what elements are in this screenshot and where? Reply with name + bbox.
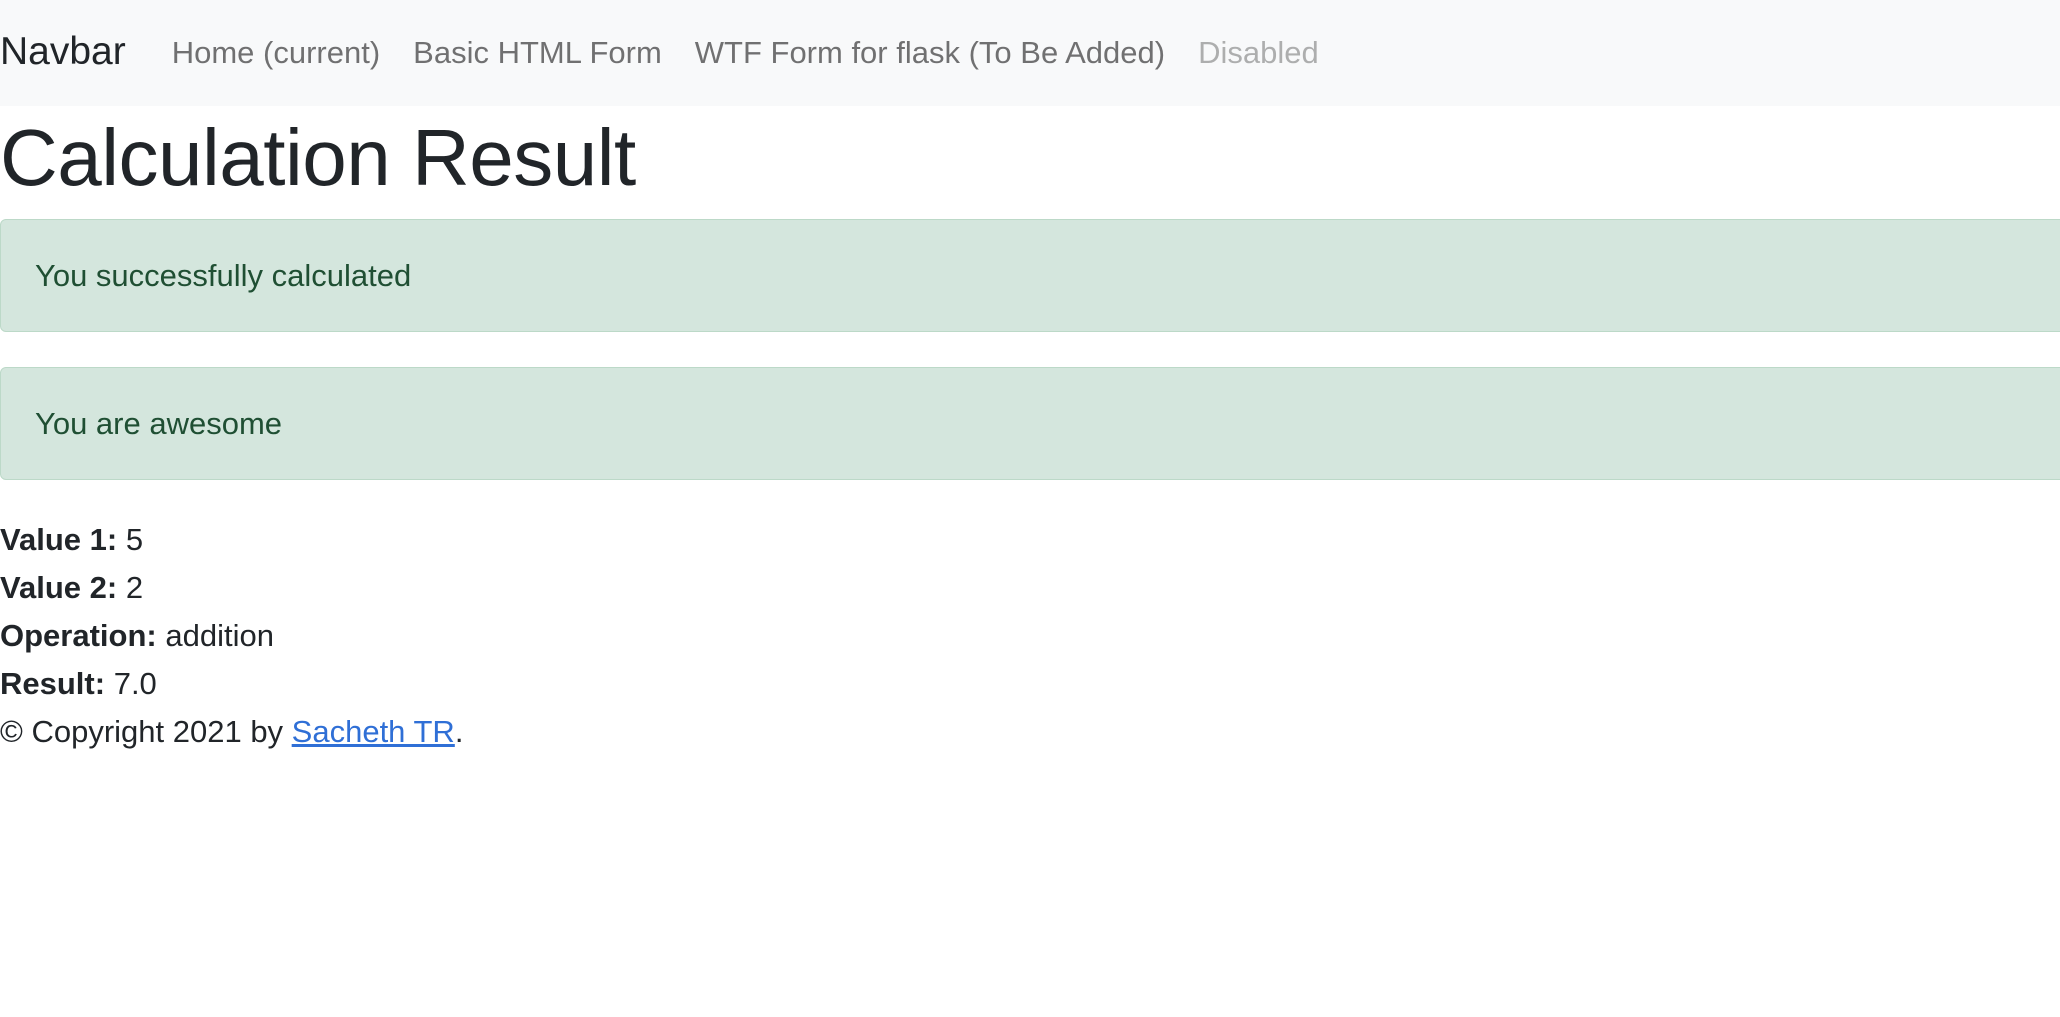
nav-link-basic-html-form[interactable]: Basic HTML Form [413, 37, 662, 68]
copyright-suffix: . [454, 714, 464, 749]
detail-result: Result: 7.0 [0, 668, 157, 699]
success-alert: You successfully calculated [0, 219, 2060, 332]
footer-copyright: © Copyright 2021 by Sacheth TR. [0, 716, 463, 747]
alert-message: You are awesome [35, 405, 283, 441]
author-link[interactable]: Sacheth TR [292, 714, 455, 749]
detail-label: Value 1: [0, 522, 118, 557]
nav-link-home[interactable]: Home (current) [172, 37, 380, 68]
navbar-brand[interactable]: Navbar [0, 32, 126, 71]
detail-value-1: Value 1: 5 [0, 524, 143, 555]
detail-label: Result: [0, 666, 106, 701]
alert-message: You successfully calculated [35, 257, 412, 293]
copyright-text: © Copyright 2021 by [0, 714, 292, 749]
detail-operation: Operation: addition [0, 620, 274, 651]
navbar: Navbar Home (current) Basic HTML Form WT… [0, 0, 2060, 106]
nav-link-disabled: Disabled [1198, 34, 1319, 70]
detail-label: Operation: [0, 618, 157, 653]
detail-label: Value 2: [0, 570, 118, 605]
detail-value: 2 [125, 570, 144, 605]
detail-value: addition [165, 618, 274, 653]
success-alert: You are awesome [0, 367, 2060, 480]
detail-value-2: Value 2: 2 [0, 572, 143, 603]
detail-value: 5 [125, 522, 144, 557]
nav-link-wtf-form[interactable]: WTF Form for flask (To Be Added) [695, 37, 1165, 68]
detail-value: 7.0 [113, 666, 157, 701]
page-title: Calculation Result [0, 113, 636, 202]
